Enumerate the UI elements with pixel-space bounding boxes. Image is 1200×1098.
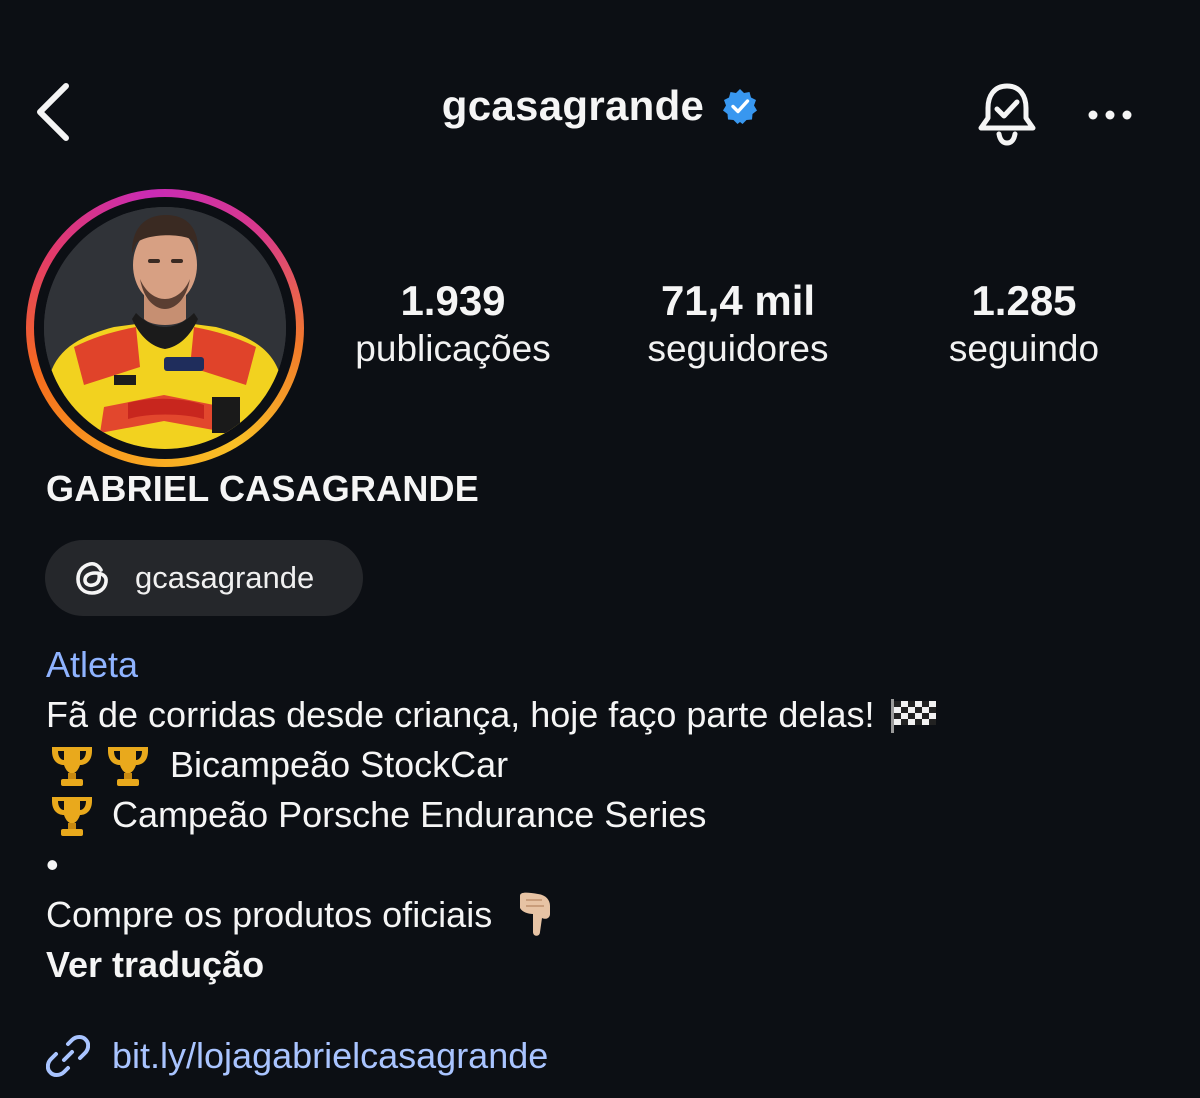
threads-handle: gcasagrande: [135, 560, 315, 595]
verified-badge-icon: [723, 89, 758, 124]
profile-full-name: GABRIEL CASAGRANDE: [46, 468, 479, 509]
profile-category[interactable]: Atleta: [46, 640, 940, 690]
bio-line: Campeão Porsche Endurance Series: [46, 790, 940, 840]
checkered-flag-icon: [891, 699, 937, 733]
profile-page: gcasagrande 1.939 publicações 71,4 mil s…: [0, 0, 1200, 1098]
bio-text: Fã de corridas desde criança, hoje faço …: [46, 694, 875, 735]
stat-posts-label: publicações: [355, 328, 551, 369]
trophy-icon: [108, 747, 148, 786]
username: gcasagrande: [441, 82, 705, 129]
profile-link[interactable]: bit.ly/lojagabrielcasagrande: [46, 1034, 548, 1078]
stat-following-value: 1.285: [971, 277, 1077, 324]
stat-followers[interactable]: 71,4 mil seguidores: [618, 276, 858, 372]
bio-line: •: [46, 840, 940, 890]
bio-line: Compre os produtos oficiais: [46, 890, 940, 940]
bio-line: Fã de corridas desde criança, hoje faço …: [46, 690, 940, 740]
stat-following[interactable]: 1.285 seguindo: [904, 276, 1144, 372]
profile-avatar[interactable]: [44, 207, 286, 449]
avatar-photo: [44, 207, 286, 449]
pointing-down-hand-icon: [520, 892, 551, 936]
bio-line: Bicampeão StockCar: [46, 740, 940, 790]
stat-following-label: seguindo: [948, 328, 1100, 369]
threads-logo-icon: [76, 561, 108, 595]
more-options-icon: [1088, 110, 1132, 120]
bio-text: Compre os produtos oficiais: [46, 894, 493, 935]
trophy-icon: [52, 747, 92, 786]
threads-profile-button[interactable]: gcasagrande: [45, 540, 363, 616]
stat-followers-label: seguidores: [647, 328, 829, 369]
see-translation-button[interactable]: Ver tradução: [46, 940, 940, 990]
trophy-icon: [52, 797, 92, 836]
stat-posts[interactable]: 1.939 publicações: [332, 276, 574, 372]
bio-text: Campeão Porsche Endurance Series: [112, 794, 707, 835]
profile-bio: Atleta Fã de corridas desde criança, hoj…: [46, 640, 940, 990]
link-icon: [46, 1035, 90, 1077]
stat-posts-value: 1.939: [400, 277, 506, 324]
notifications-button[interactable]: [974, 80, 1040, 148]
notification-bell-icon: [978, 83, 1036, 146]
stat-followers-value: 71,4 mil: [660, 277, 816, 324]
bio-text: Bicampeão StockCar: [170, 744, 509, 785]
profile-link-text: bit.ly/lojagabrielcasagrande: [112, 1035, 549, 1076]
more-options-button[interactable]: [1084, 100, 1136, 130]
bio-text: •: [46, 844, 59, 885]
